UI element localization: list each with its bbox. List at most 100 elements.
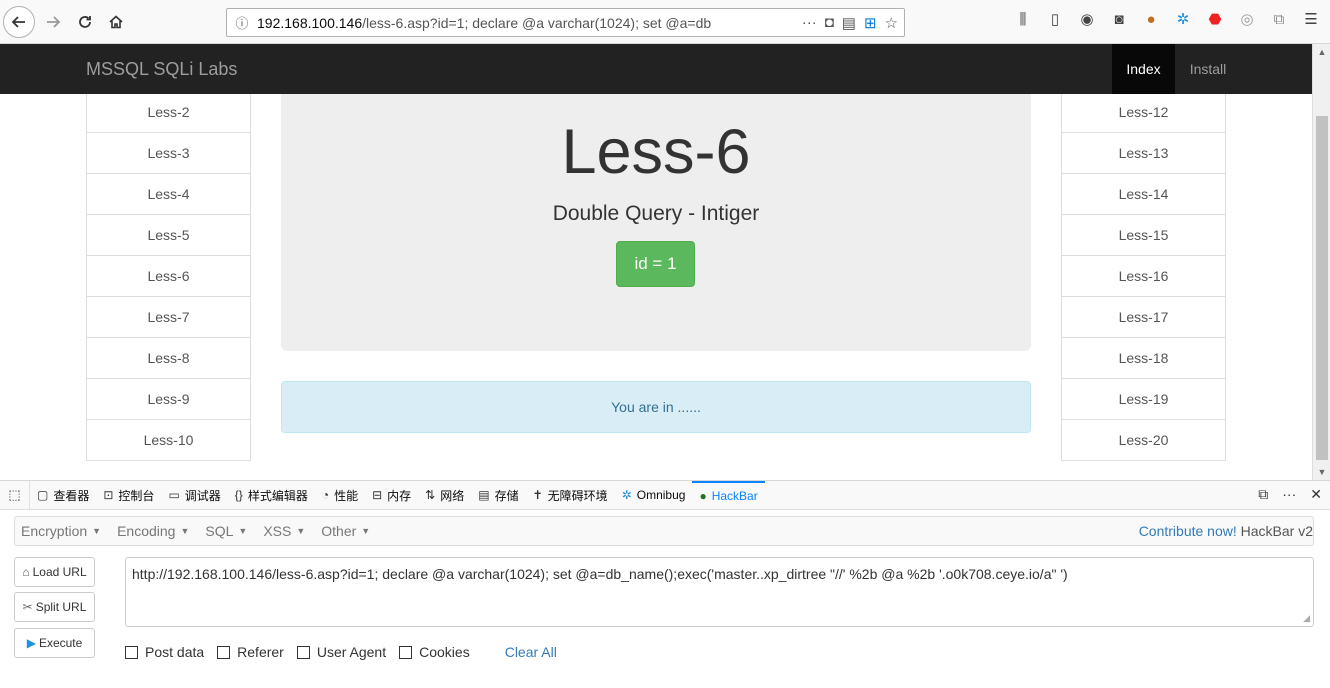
- menu-encoding[interactable]: Encoding ▼: [111, 523, 195, 539]
- list-item[interactable]: Less-17: [1061, 297, 1226, 338]
- pocket-icon[interactable]: ◘: [825, 14, 834, 32]
- contribute-link[interactable]: Contribute now!: [1139, 523, 1237, 539]
- clear-all-link[interactable]: Clear All: [505, 644, 557, 660]
- network-icon: ⇅: [425, 488, 436, 502]
- close-icon[interactable]: ✕: [1310, 486, 1322, 503]
- extension-monkey-icon[interactable]: ●: [1142, 10, 1160, 28]
- dock-icon[interactable]: ⧉: [1258, 486, 1268, 503]
- tab-hackbar[interactable]: ● HackBar: [692, 480, 765, 510]
- nav-install[interactable]: Install: [1175, 44, 1241, 94]
- checkbox[interactable]: [217, 645, 231, 659]
- list-item[interactable]: Less-20: [1061, 420, 1226, 461]
- play-icon: ▶: [26, 636, 36, 650]
- library-icon[interactable]: ⫼: [1014, 10, 1032, 28]
- account-icon[interactable]: ◉: [1078, 10, 1096, 28]
- reader-view-icon[interactable]: ▤: [842, 14, 856, 32]
- tab-omnibug[interactable]: ✲ Omnibug: [615, 481, 693, 510]
- scroll-up-arrow-icon[interactable]: ▲: [1313, 44, 1330, 60]
- option-label: Post data: [145, 644, 205, 660]
- list-item[interactable]: Less-2: [86, 92, 251, 133]
- more-options-icon[interactable]: ···: [1282, 486, 1296, 503]
- list-item[interactable]: Less-15: [1061, 215, 1226, 256]
- extension-game-icon[interactable]: ◙: [1110, 10, 1128, 28]
- sidebar-icon[interactable]: ▯: [1046, 10, 1064, 28]
- menu-sql[interactable]: SQL ▼: [199, 523, 253, 539]
- option-referer[interactable]: Referer: [217, 644, 284, 660]
- list-item[interactable]: Less-5: [86, 215, 251, 256]
- scroll-down-arrow-icon[interactable]: ▼: [1313, 464, 1330, 480]
- list-item[interactable]: Less-9: [86, 379, 251, 420]
- tab-label: 无障碍环境: [547, 488, 608, 503]
- extension-gear-icon[interactable]: ✲: [1174, 10, 1192, 28]
- tab-debugger[interactable]: ▭ 调试器: [161, 481, 227, 510]
- lesson-header: Less-6 Double Query - Intiger id = 1: [281, 92, 1031, 351]
- list-item[interactable]: Less-18: [1061, 338, 1226, 379]
- list-item[interactable]: Less-12: [1061, 92, 1226, 133]
- element-picker-icon[interactable]: ⬚: [0, 480, 30, 510]
- list-item[interactable]: Less-7: [86, 297, 251, 338]
- brand[interactable]: MSSQL SQLi Labs: [86, 59, 237, 80]
- chevron-down-icon: ▼: [180, 526, 190, 536]
- extension-circle-icon[interactable]: ◎: [1238, 10, 1256, 28]
- back-button[interactable]: [3, 6, 35, 38]
- chevron-down-icon: ▼: [361, 526, 371, 536]
- option-post-data[interactable]: Post data: [125, 644, 204, 660]
- tab-memory[interactable]: ⊟ 内存: [365, 481, 418, 510]
- tab-accessibility[interactable]: ✝ 无障碍环境: [526, 481, 615, 510]
- menu-xss[interactable]: XSS ▼: [257, 523, 311, 539]
- resize-grip-icon[interactable]: ◢: [1303, 613, 1310, 624]
- menu-encryption[interactable]: Encryption ▼: [15, 523, 107, 539]
- url-text[interactable]: 192.168.100.146/less-6.asp?id=1; declare…: [257, 15, 802, 31]
- split-url-label: Split URL: [35, 600, 87, 614]
- tab-label: HackBar: [711, 489, 758, 503]
- id-button[interactable]: id = 1: [616, 241, 695, 287]
- nav-index[interactable]: Index: [1112, 44, 1175, 94]
- scroll-thumb[interactable]: [1316, 116, 1328, 460]
- list-item[interactable]: Less-3: [86, 133, 251, 174]
- tab-network[interactable]: ⇅ 网络: [418, 481, 471, 510]
- checkbox[interactable]: [296, 645, 310, 659]
- url-bar[interactable]: ⓘ 192.168.100.146/less-6.asp?id=1; decla…: [226, 8, 905, 37]
- extension-puzzle-icon[interactable]: ⧉: [1270, 10, 1288, 28]
- list-item[interactable]: Less-16: [1061, 256, 1226, 297]
- site-info-icon[interactable]: ⓘ: [227, 13, 257, 32]
- url-textarea[interactable]: http://192.168.100.146/less-6.asp?id=1; …: [125, 557, 1314, 627]
- menu-icon[interactable]: ☰: [1302, 10, 1320, 28]
- list-item[interactable]: Less-8: [86, 338, 251, 379]
- tab-style-editor[interactable]: {} 样式编辑器: [228, 481, 315, 510]
- tab-label: 样式编辑器: [247, 488, 308, 503]
- list-item[interactable]: Less-4: [86, 174, 251, 215]
- menu-label: Other: [321, 523, 357, 539]
- list-item[interactable]: Less-19: [1061, 379, 1226, 420]
- windows-icon[interactable]: ⊞: [864, 14, 877, 32]
- split-url-button[interactable]: ✂ Split URL: [14, 592, 95, 622]
- execute-label: Execute: [38, 636, 83, 650]
- list-item[interactable]: Less-6: [86, 256, 251, 297]
- tab-inspector[interactable]: ▢ 查看器: [30, 481, 96, 510]
- checkbox[interactable]: [399, 645, 413, 659]
- tab-performance[interactable]: ◔ 性能: [315, 481, 365, 510]
- page-scrollbar[interactable]: ▲ ▼: [1312, 44, 1330, 480]
- bookmark-star-icon[interactable]: ☆: [885, 14, 898, 32]
- option-label: Referer: [237, 644, 284, 660]
- home-icon: [109, 15, 123, 29]
- home-button[interactable]: [101, 7, 131, 37]
- checkbox[interactable]: [125, 645, 138, 659]
- tab-storage[interactable]: ▤ 存储: [471, 481, 525, 510]
- list-item[interactable]: Less-13: [1061, 133, 1226, 174]
- option-user-agent[interactable]: User Agent: [296, 644, 386, 660]
- list-item[interactable]: Less-14: [1061, 174, 1226, 215]
- left-lesson-list: Less-2 Less-3 Less-4 Less-5 Less-6 Less-…: [86, 92, 251, 461]
- option-cookies[interactable]: Cookies: [399, 644, 470, 660]
- chevron-down-icon: ▼: [238, 526, 248, 536]
- forward-button[interactable]: [38, 7, 68, 37]
- contribute-area: Contribute now! HackBar v2: [1139, 523, 1313, 539]
- list-item[interactable]: Less-10: [86, 420, 251, 461]
- tab-console[interactable]: ⊡ 控制台: [96, 481, 161, 510]
- execute-button[interactable]: ▶ Execute: [14, 628, 95, 658]
- extension-stop-icon[interactable]: ⬣: [1206, 10, 1224, 28]
- page-actions-icon[interactable]: ···: [802, 14, 817, 32]
- reload-button[interactable]: [70, 7, 100, 37]
- load-url-button[interactable]: ⌂ Load URL: [14, 557, 95, 587]
- menu-other[interactable]: Other ▼: [315, 523, 376, 539]
